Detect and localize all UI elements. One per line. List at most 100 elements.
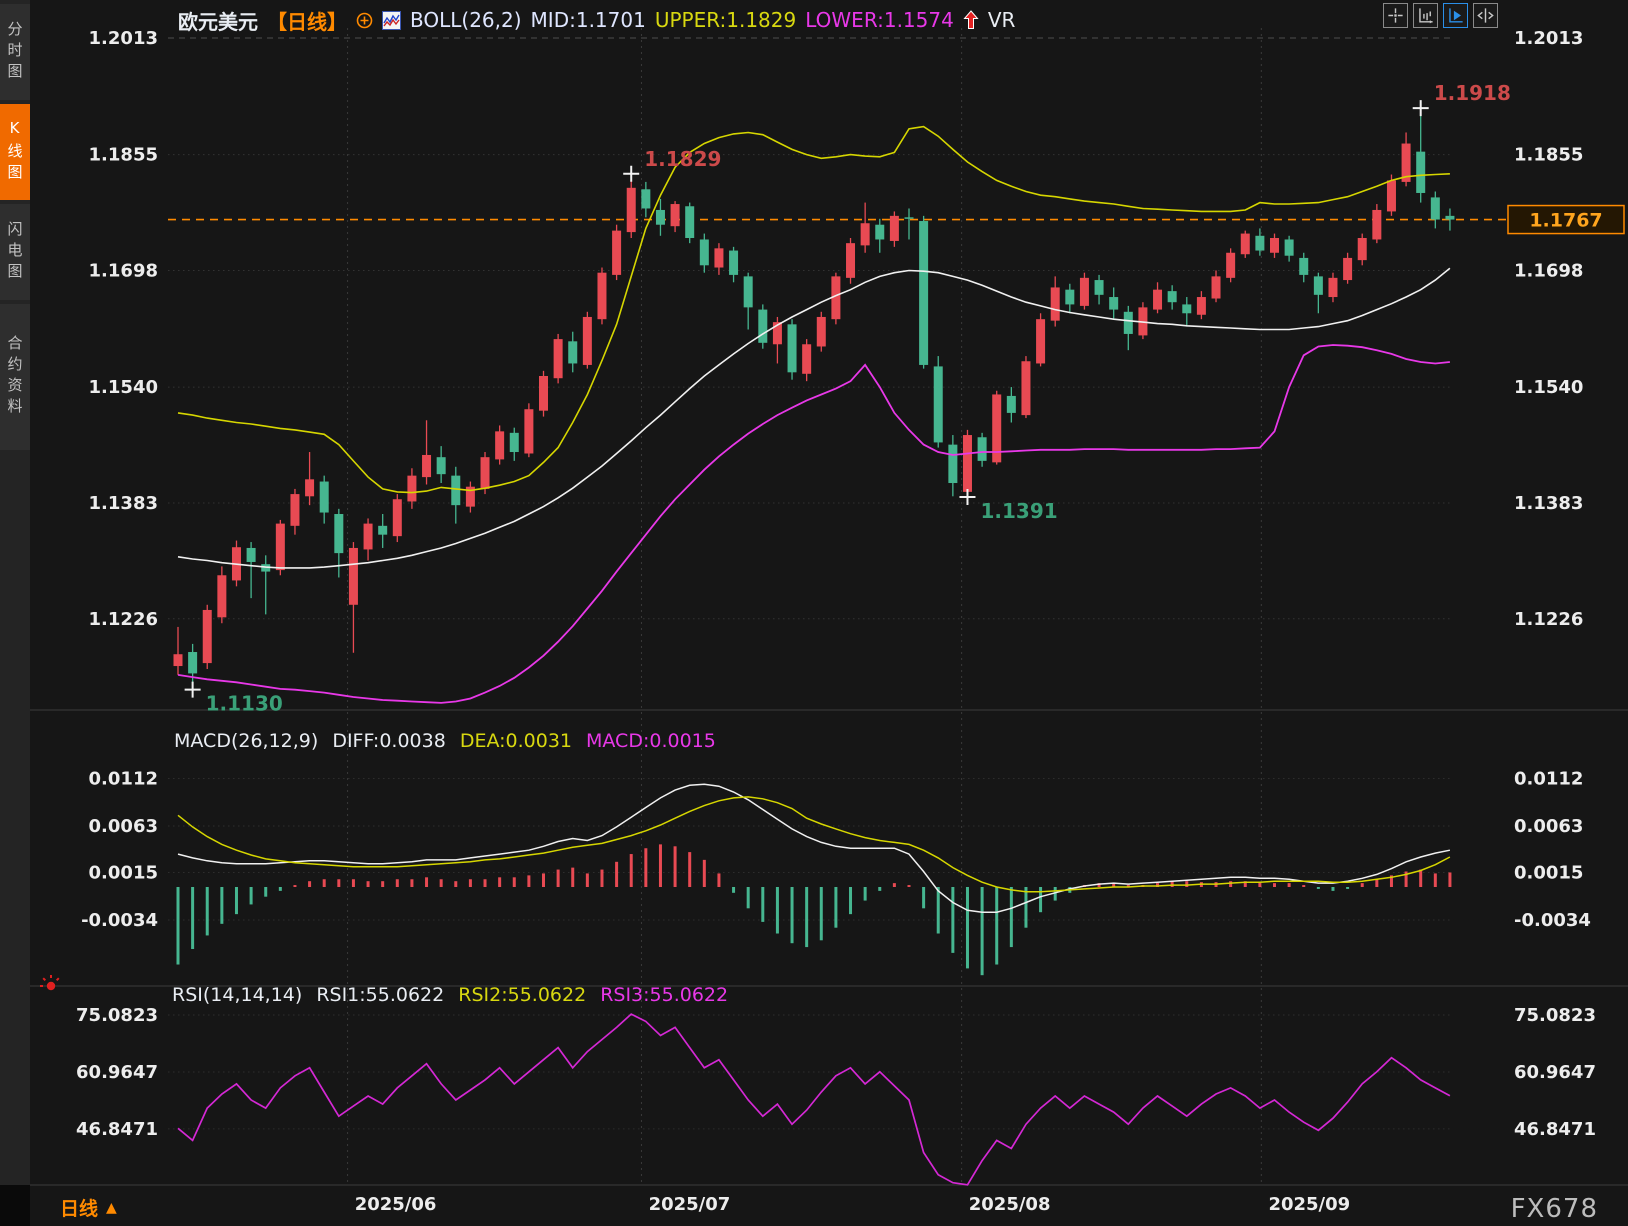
add-indicator-icon[interactable] bbox=[356, 12, 373, 29]
candle-body bbox=[305, 479, 314, 496]
candle-body bbox=[1270, 238, 1279, 253]
period-selector[interactable]: 日线 ▲ bbox=[60, 1194, 117, 1221]
rsi-axis-label: 75.0823 bbox=[76, 1005, 158, 1026]
sidebar-item-timeline-chart[interactable]: 分时图 bbox=[0, 4, 30, 100]
candle-body bbox=[627, 188, 636, 232]
macd-hist-bar bbox=[410, 879, 413, 887]
extreme-price-label: 1.1130 bbox=[206, 692, 283, 716]
pane-adjust-icon[interactable] bbox=[1473, 3, 1498, 28]
extreme-cross-marker bbox=[185, 682, 201, 698]
macd-hist-bar bbox=[644, 848, 647, 887]
macd-hist-bar bbox=[1010, 887, 1013, 947]
macd-hist-bar bbox=[1302, 885, 1305, 887]
mini-kline-icon[interactable] bbox=[382, 11, 401, 30]
price-axis-label: 1.1855 bbox=[1514, 145, 1583, 166]
macd-hist-bar bbox=[191, 887, 194, 949]
candle-body bbox=[364, 524, 373, 550]
rsi-axis-label: 60.9647 bbox=[1514, 1062, 1596, 1083]
chart-canvas[interactable]: 1.20131.20131.18551.18551.16981.16981.15… bbox=[0, 0, 1628, 1226]
sidebar-item-label: 闪电图 bbox=[5, 221, 26, 284]
candle-body bbox=[861, 223, 870, 245]
macd-hist-bar bbox=[220, 887, 223, 924]
sidebar-item-label: 分时图 bbox=[5, 21, 26, 84]
red-up-arrow-icon bbox=[963, 10, 979, 30]
vr-label[interactable]: VR bbox=[988, 8, 1016, 32]
axis-scale-icon[interactable] bbox=[1413, 3, 1438, 28]
candle-body bbox=[1153, 290, 1162, 310]
candle-body bbox=[422, 455, 431, 477]
extreme-price-label: 1.1829 bbox=[644, 147, 721, 171]
chart-header: 欧元美元 【日线】 BOLL(26,2) MID:1.1701 UPPER:1.… bbox=[178, 7, 1015, 33]
macd-macd-value: MACD:0.0015 bbox=[586, 730, 716, 752]
candle-body bbox=[890, 216, 899, 241]
candle-body bbox=[1226, 253, 1235, 278]
candle-body bbox=[378, 526, 387, 535]
macd-hist-bar bbox=[1024, 887, 1027, 928]
crosshair-move-icon[interactable] bbox=[1383, 3, 1408, 28]
candle-body bbox=[524, 409, 533, 453]
symbol-title: 欧元美元 bbox=[178, 6, 258, 35]
price-axis-label: 1.1855 bbox=[89, 145, 158, 166]
candle-body bbox=[1285, 239, 1294, 255]
macd-header: MACD(26,12,9) DIFF:0.0038 DEA:0.0031 MAC… bbox=[174, 730, 716, 752]
candle-body bbox=[188, 652, 197, 673]
candle-body bbox=[948, 445, 957, 483]
last-price-box: 1.1767 bbox=[1508, 206, 1624, 234]
macd-hist-bar bbox=[367, 881, 370, 887]
macd-hist-bar bbox=[615, 862, 618, 887]
candle-body bbox=[919, 221, 928, 365]
candle-body bbox=[1343, 258, 1352, 280]
candle-body bbox=[451, 476, 460, 506]
candle-body bbox=[1445, 216, 1454, 220]
candle-body bbox=[276, 524, 285, 570]
macd-hist-bar bbox=[264, 887, 267, 897]
sidebar-item-kline-chart[interactable]: K线图 bbox=[0, 104, 30, 200]
extreme-price-label: 1.1918 bbox=[1434, 81, 1511, 105]
macd-hist-bar bbox=[1346, 887, 1349, 889]
macd-hist-bar bbox=[293, 885, 296, 887]
axis-play-icon[interactable] bbox=[1443, 3, 1468, 28]
candle-body bbox=[539, 376, 548, 411]
sidebar-item-contract-info[interactable]: 合约资料 bbox=[0, 304, 30, 450]
macd-hist-bar bbox=[1331, 887, 1334, 891]
sidebar-corner bbox=[0, 1185, 30, 1226]
rsi3-value: RSI3:55.0622 bbox=[600, 984, 728, 1006]
candle-body bbox=[217, 575, 226, 617]
rsi-title: RSI(14,14,14) bbox=[172, 984, 302, 1006]
macd-axis-label: -0.0034 bbox=[1514, 910, 1591, 931]
kline-app-window: { "sidebar": { "tabs": [ {"label": "分时图"… bbox=[0, 0, 1628, 1226]
macd-hist-bar bbox=[250, 887, 253, 904]
macd-hist-bar bbox=[1288, 883, 1291, 887]
macd-hist-bar bbox=[469, 879, 472, 887]
macd-hist-bar bbox=[1185, 881, 1188, 887]
candle-body bbox=[846, 243, 855, 278]
candle-body bbox=[1080, 278, 1089, 306]
price-axis-label: 1.1226 bbox=[89, 609, 158, 630]
macd-hist-bar bbox=[454, 881, 457, 887]
macd-hist-bar bbox=[1434, 873, 1437, 887]
rsi1-value: RSI1:55.0622 bbox=[316, 984, 444, 1006]
price-axis-label: 1.2013 bbox=[1514, 28, 1583, 49]
candle-body bbox=[174, 654, 183, 666]
macd-hist-bar bbox=[279, 887, 282, 891]
macd-hist-bar bbox=[542, 873, 545, 887]
macd-hist-bar bbox=[484, 879, 487, 887]
sidebar-item-label: K线图 bbox=[5, 119, 26, 185]
candle-body bbox=[1299, 258, 1308, 275]
macd-hist-bar bbox=[630, 854, 633, 887]
sidebar-item-flash-chart[interactable]: 闪电图 bbox=[0, 204, 30, 300]
price-axis-label: 1.1540 bbox=[1514, 377, 1583, 398]
candle-body bbox=[612, 231, 621, 275]
price-axis-label: 1.1698 bbox=[89, 260, 158, 281]
macd-hist-bar bbox=[761, 887, 764, 922]
macd-hist-bar bbox=[732, 887, 735, 893]
rsi-header: RSI(14,14,14) RSI1:55.0622 RSI2:55.0622 … bbox=[172, 984, 728, 1006]
price-axis-label: 1.1383 bbox=[1514, 493, 1583, 514]
macd-dea-value: DEA:0.0031 bbox=[460, 730, 572, 752]
macd-hist-bar bbox=[177, 887, 180, 965]
candlestick-series bbox=[174, 108, 1455, 690]
macd-axis-label: 0.0015 bbox=[89, 862, 158, 883]
candle-body bbox=[1358, 238, 1367, 260]
alert-sun-icon[interactable] bbox=[39, 974, 63, 998]
rsi-axis-label: 75.0823 bbox=[1514, 1005, 1596, 1026]
